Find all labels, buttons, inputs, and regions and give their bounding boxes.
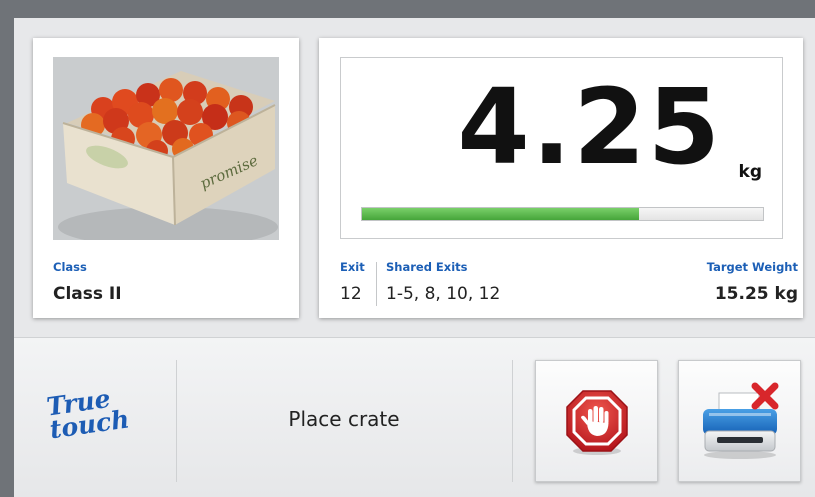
class-label: Class <box>53 260 87 274</box>
weight-progress-fill <box>362 208 639 220</box>
exit-label: Exit <box>340 260 365 274</box>
product-card: promise Class Class II <box>33 38 299 318</box>
weight-display: 4.25 kg <box>340 57 783 239</box>
stop-button[interactable] <box>535 360 658 482</box>
weight-value: 4.25 <box>457 66 722 188</box>
divider <box>512 360 513 482</box>
weight-progress-bar <box>361 207 764 221</box>
exit-divider <box>376 262 377 306</box>
shared-exits-label: Shared Exits <box>386 260 468 274</box>
target-weight-label: Target Weight <box>706 260 798 274</box>
weight-unit: kg <box>738 162 762 182</box>
scale-screen: promise Class Class II 4.25 kg Exit 12 S… <box>14 18 815 497</box>
product-photo: promise <box>53 57 279 240</box>
action-bar: True touch Place crate <box>14 337 815 497</box>
stop-hand-icon <box>565 390 628 455</box>
status-message: Place crate <box>288 407 400 431</box>
printer-error-icon <box>702 382 778 459</box>
target-weight-value: 15.25 kg <box>714 284 798 304</box>
weight-card: 4.25 kg Exit 12 Shared Exits 1-5, 8, 10,… <box>319 38 803 318</box>
truetouch-logo: True touch <box>45 384 131 444</box>
exit-value: 12 <box>340 284 362 304</box>
class-value: Class II <box>53 284 122 304</box>
shared-exits-value: 1-5, 8, 10, 12 <box>386 284 501 304</box>
printer-button[interactable] <box>678 360 801 482</box>
